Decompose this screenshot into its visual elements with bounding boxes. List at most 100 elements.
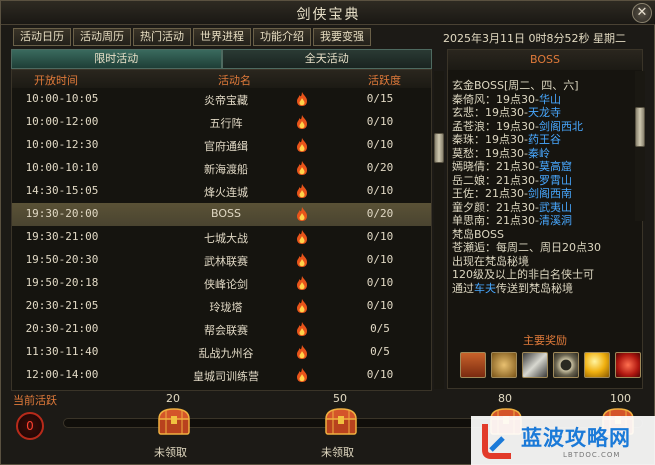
row-activity-value: 0/10 [366,230,394,243]
milestone-value: 20 [166,392,180,405]
table-row[interactable]: 10:00-10:10 新海渡船 0/20 [12,157,431,180]
table-row[interactable]: 12:00-14:00 皇城司训练营 0/10 [12,364,431,387]
milestone-value: 50 [333,392,347,405]
location-link[interactable]: 罗霄山 [539,174,572,187]
row-activity-name: 侠峰论剑 [204,278,248,291]
tab-activity-calendar[interactable]: 活动日历 [13,28,71,46]
sub-tabs: 限时活动 全天活动 [11,49,432,69]
fire-icon [297,184,307,198]
line-text: 王佐：21点30- [452,187,528,200]
tab-world-progress[interactable]: 世界进程 [193,28,251,46]
chest-icon[interactable] [460,352,486,378]
location-link[interactable]: 武夷山 [539,201,572,214]
table-row[interactable]: 19:30-20:00 BOSS 0/20 [12,203,431,226]
location-link[interactable]: 华山 [539,93,561,106]
line-text: 嫣晓倩：21点30- [452,160,539,173]
table-row[interactable]: 20:30-21:00 帮会联赛 0/5 [12,318,431,341]
watermark: 蓝波攻略网 LBTDOC.COM [471,416,655,465]
milestone-status: 未领取 [321,446,354,459]
row-time: 20:30-21:05 [25,299,99,312]
subtab-timed[interactable]: 限时活动 [11,49,222,69]
table-scroll-thumb[interactable] [434,133,444,163]
row-activity-value: 0/10 [366,115,394,128]
row-activity-name: 帮会联赛 [204,324,248,337]
reward-chest-icon[interactable] [156,406,192,436]
table-row[interactable]: 10:00-12:00 五行阵 0/10 [12,111,431,134]
table-row[interactable]: 19:50-20:30 武林联赛 0/10 [12,249,431,272]
description-line: 单思南：21点30-清溪洞 [452,214,638,228]
row-activity-name: 烽火连城 [204,186,248,199]
row-activity-name: BOSS [211,207,241,220]
red-gem-icon[interactable] [615,352,641,378]
milestone-status: 未领取 [154,446,187,459]
location-link[interactable]: 清溪洞 [539,214,572,227]
row-activity-name: 皇城司训练营 [193,370,259,383]
tab-hot-activities[interactable]: 热门活动 [133,28,191,46]
line-text: 120级及以上的非白名侠士可 [452,268,594,281]
location-link[interactable]: 车夫 [474,282,496,295]
description-line: 秦珠：19点30-药王谷 [452,133,638,147]
line-text: 莫愁：19点30- [452,146,528,160]
table-row[interactable]: 19:50-20:18 侠峰论剑 0/10 [12,272,431,295]
panel-scrollbar[interactable] [635,71,645,221]
tab-activity-weekly[interactable]: 活动周历 [73,28,131,46]
reward-chest-icon[interactable] [323,406,359,436]
tab-get-stronger[interactable]: 我要变强 [313,28,371,46]
table-row[interactable]: 14:30-15:05 烽火连城 0/10 [12,180,431,203]
pouch-icon[interactable] [491,352,517,378]
row-activity-name: 七城大战 [204,232,248,245]
boss-description: 玄金BOSS[周二、四、六] 秦倚风：19点30-华山 玄悲：19点30-天龙寺 孟苍… [452,79,638,295]
subtab-all-day[interactable]: 全天活动 [221,49,432,69]
table-row[interactable]: 19:30-21:00 七城大战 0/10 [12,226,431,249]
table-row[interactable]: 20:30-21:05 玲珑塔 0/10 [12,295,431,318]
row-activity-value: 0/10 [366,368,394,381]
panel-scroll-thumb[interactable] [635,107,645,147]
current-activity-label: 当前活跃 [13,394,57,407]
row-time: 12:00-14:00 [25,368,99,381]
milestone-value: 100 [610,392,631,405]
fire-icon [297,322,307,336]
header-activity-value: 活跃度 [368,74,401,87]
top-tabs: 活动日历 活动周历 热门活动 世界进程 功能介绍 我要变强 [13,28,371,46]
title-bar: 剑侠宝典 ✕ [1,1,655,25]
description-line: 孟苍浪：19点30-剑阁西北 [452,120,638,134]
close-button[interactable]: ✕ [632,3,652,23]
location-link[interactable]: 药王谷 [528,133,561,146]
detail-panel: BOSS 玄金BOSS[周二、四、六] 秦倚风：19点30-华山 玄悲：19点30-… [447,49,643,389]
description-line: 120级及以上的非白名侠士可 [452,268,638,282]
tab-features[interactable]: 功能介绍 [253,28,311,46]
panel-title: BOSS [448,50,642,70]
sword-icon[interactable] [522,352,548,378]
row-activity-value: 0/10 [366,184,394,197]
table-row[interactable]: 11:30-11:40 乱战九州谷 0/5 [12,341,431,364]
description-line: 嫣晓倩：21点30-莫高窟 [452,160,638,174]
table-row[interactable]: 10:00-12:30 官府通缉 0/10 [12,134,431,157]
location-link[interactable]: 莫高窟 [539,160,572,173]
location-link[interactable]: 天龙寺 [528,106,561,119]
table-row[interactable]: 10:00-10:05 炎帝宝藏 0/15 [12,88,431,111]
fire-icon [297,345,307,359]
description-line: 秦倚风：19点30-华山 [452,93,638,107]
row-activity-value: 0/5 [370,345,390,358]
location-link[interactable]: 剑阁西南 [528,187,572,200]
location-link[interactable]: 秦岭 [528,147,550,160]
table-scrollbar[interactable] [434,71,444,389]
row-time: 19:30-20:00 [25,207,99,220]
ring-icon[interactable] [553,352,579,378]
row-time: 19:30-21:00 [25,230,99,243]
table-header: 开放时间 活动名 活跃度 [12,70,431,88]
header-activity-name: 活动名 [218,74,251,87]
row-time: 10:00-10:05 [25,92,99,105]
gold-orb-icon[interactable] [584,352,610,378]
fire-icon [297,207,307,221]
datetime-display: 2025年3月11日 0时8分52秒 星期二 [443,32,626,45]
row-time: 10:00-10:10 [25,161,99,174]
line-text-after: 传送到梵岛秘境 [496,281,573,295]
location-link[interactable]: 剑阁西北 [539,120,583,133]
line-text: 通过 [452,281,474,295]
rewards-list [460,352,641,378]
row-activity-value: 0/10 [366,138,394,151]
row-time: 19:50-20:18 [25,276,99,289]
line-text: 单思南：21点30- [452,214,539,227]
watermark-logo-icon [482,424,511,459]
